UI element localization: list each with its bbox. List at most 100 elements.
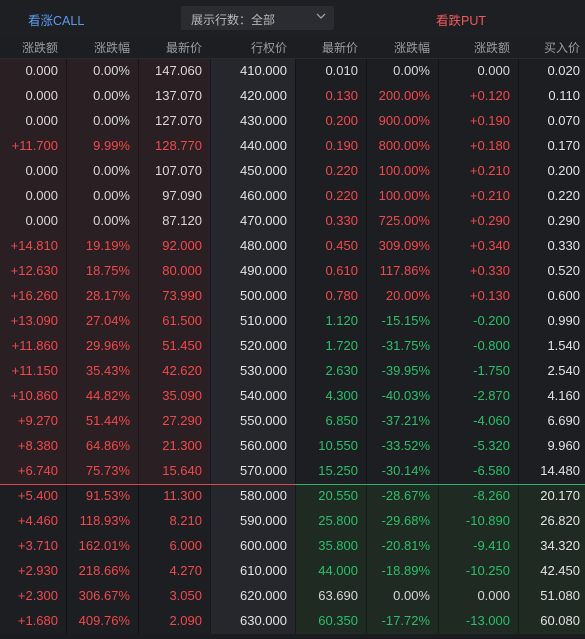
column-divider <box>66 609 67 634</box>
column-divider <box>518 209 519 234</box>
column-divider <box>438 559 439 584</box>
call-change-pct: 218.66% <box>78 563 130 578</box>
strike-price: 460.000 <box>240 188 287 203</box>
column-divider <box>210 284 211 309</box>
put-last-price: 1.720 <box>325 338 358 353</box>
put-last-price: 0.200 <box>325 113 358 128</box>
column-divider <box>518 459 519 484</box>
column-divider <box>138 309 139 334</box>
put-change: -10.250 <box>465 563 510 578</box>
column-divider <box>518 384 519 409</box>
table-row[interactable]: +6.740 75.73% 15.640 570.000 15.250 -30.14% -6… <box>0 459 585 484</box>
table-row[interactable]: 0.000 0.00% 137.070 420.000 0.130 200.00% +0.1… <box>0 84 585 109</box>
put-change: -6.580 <box>473 463 510 478</box>
call-last-price: 73.990 <box>162 288 202 303</box>
column-divider <box>438 359 439 384</box>
table-row[interactable]: +2.300 306.67% 3.050 620.000 63.690 0.00% 0.00… <box>0 584 585 609</box>
call-change-pct: 0.00% <box>93 113 130 128</box>
column-divider <box>438 184 439 209</box>
column-divider <box>210 59 211 84</box>
call-change: 0.000 <box>25 188 58 203</box>
column-divider <box>366 259 367 284</box>
call-change: 0.000 <box>25 113 58 128</box>
put-change: +0.130 <box>469 288 510 303</box>
put-change-pct: 0.00% <box>393 588 430 603</box>
call-last-price: 3.050 <box>169 588 202 603</box>
column-divider <box>438 84 439 109</box>
put-change: +0.210 <box>469 188 510 203</box>
put-bid-price: 0.290 <box>547 213 580 228</box>
column-divider <box>366 309 367 334</box>
table-row[interactable]: +12.630 18.75% 80.000 490.000 0.610 117.86% +0… <box>0 259 585 284</box>
put-change: -9.410 <box>473 538 510 553</box>
column-divider <box>66 184 67 209</box>
table-row[interactable]: +1.680 409.76% 2.090 630.000 60.350 -17.72% -1… <box>0 609 585 634</box>
call-last-price: 92.000 <box>162 238 202 253</box>
put-last-price: 25.800 <box>318 513 358 528</box>
table-row[interactable]: +3.710 162.01% 6.000 600.000 35.800 -20.81% -9… <box>0 534 585 559</box>
call-change: +11.700 <box>11 138 58 153</box>
put-change: -4.060 <box>473 413 510 428</box>
column-divider <box>295 584 296 609</box>
table-row[interactable]: +16.260 28.17% 73.990 500.000 0.780 20.00% +0.… <box>0 284 585 309</box>
call-change: +11.860 <box>11 338 58 353</box>
column-divider <box>518 109 519 134</box>
table-row[interactable]: +11.150 35.43% 42.620 530.000 2.630 -39.95% -1… <box>0 359 585 384</box>
column-divider <box>366 109 367 134</box>
put-change-pct: -31.75% <box>381 338 430 353</box>
put-bid-price: 0.520 <box>547 263 580 278</box>
column-divider <box>295 184 296 209</box>
column-divider <box>295 609 296 634</box>
table-row[interactable]: +9.270 51.44% 27.290 550.000 6.850 -37.21% -4.… <box>0 409 585 434</box>
table-row[interactable]: 0.000 0.00% 97.090 460.000 0.220 100.00% +0.21… <box>0 184 585 209</box>
call-change: +8.380 <box>17 438 58 453</box>
table-row[interactable]: 0.000 0.00% 87.120 470.000 0.330 725.00% +0.29… <box>0 209 585 234</box>
put-bid-price-header: 买入价 <box>543 41 580 55</box>
column-divider <box>210 209 211 234</box>
put-last-price: 10.550 <box>318 438 358 453</box>
rows-display-selector[interactable]: 展示行数：全部 <box>181 6 334 30</box>
call-change-pct: 0.00% <box>93 213 130 228</box>
table-row[interactable]: +13.090 27.04% 61.500 510.000 1.120 -15.15% -0… <box>0 309 585 334</box>
call-change-pct: 18.75% <box>85 263 130 278</box>
table-row[interactable]: +2.930 218.66% 4.270 610.000 44.000 -18.89% -1… <box>0 559 585 584</box>
column-divider <box>366 434 367 459</box>
column-divider <box>366 334 367 359</box>
column-divider <box>295 84 296 109</box>
put-last-price: 0.010 <box>325 63 358 78</box>
call-change-pct: 9.99% <box>93 138 130 153</box>
table-row[interactable]: +4.460 118.93% 8.210 590.000 25.800 -29.68% -1… <box>0 509 585 534</box>
put-last-price: 0.780 <box>325 288 358 303</box>
column-divider <box>518 159 519 184</box>
call-change-pct: 0.00% <box>93 88 130 103</box>
put-last-price: 2.630 <box>325 363 358 378</box>
put-bid-price: 4.160 <box>547 388 580 403</box>
table-row[interactable]: +5.400 91.53% 11.300 580.000 20.550 -28.67% -8… <box>0 484 585 509</box>
column-divider <box>138 609 139 634</box>
call-last-price: 42.620 <box>162 363 202 378</box>
column-divider <box>295 559 296 584</box>
column-divider <box>210 84 211 109</box>
table-row[interactable]: +8.380 64.86% 21.300 560.000 10.550 -33.52% -5… <box>0 434 585 459</box>
put-change-pct: -20.81% <box>381 538 430 553</box>
table-row[interactable]: +10.860 44.82% 35.090 540.000 4.300 -40.03% -2… <box>0 384 585 409</box>
table-row[interactable]: 0.000 0.00% 127.070 430.000 0.200 900.00% +0.1… <box>0 109 585 134</box>
call-side-label: 看涨CALL <box>28 14 85 28</box>
column-divider <box>138 409 139 434</box>
call-change-pct: 51.44% <box>85 413 130 428</box>
call-change: +2.930 <box>17 563 58 578</box>
table-row[interactable]: +14.810 19.19% 92.000 480.000 0.450 309.09% +0… <box>0 234 585 259</box>
column-divider <box>295 459 296 484</box>
column-divider <box>66 234 67 259</box>
put-change-pct: -28.67% <box>381 488 430 503</box>
table-row[interactable]: +11.700 9.99% 128.770 440.000 0.190 800.00% +0… <box>0 134 585 159</box>
table-row[interactable]: +11.860 29.96% 51.450 520.000 1.720 -31.75% -0… <box>0 334 585 359</box>
column-divider <box>138 159 139 184</box>
call-last-price: 11.300 <box>163 488 202 503</box>
table-row[interactable]: 0.000 0.00% 147.060 410.000 0.010 0.00% 0.000 0… <box>0 59 585 84</box>
column-divider <box>66 484 67 509</box>
column-divider <box>366 584 367 609</box>
column-divider <box>438 309 439 334</box>
column-divider <box>518 134 519 159</box>
table-row[interactable]: 0.000 0.00% 107.070 450.000 0.220 100.00% +0.2… <box>0 159 585 184</box>
